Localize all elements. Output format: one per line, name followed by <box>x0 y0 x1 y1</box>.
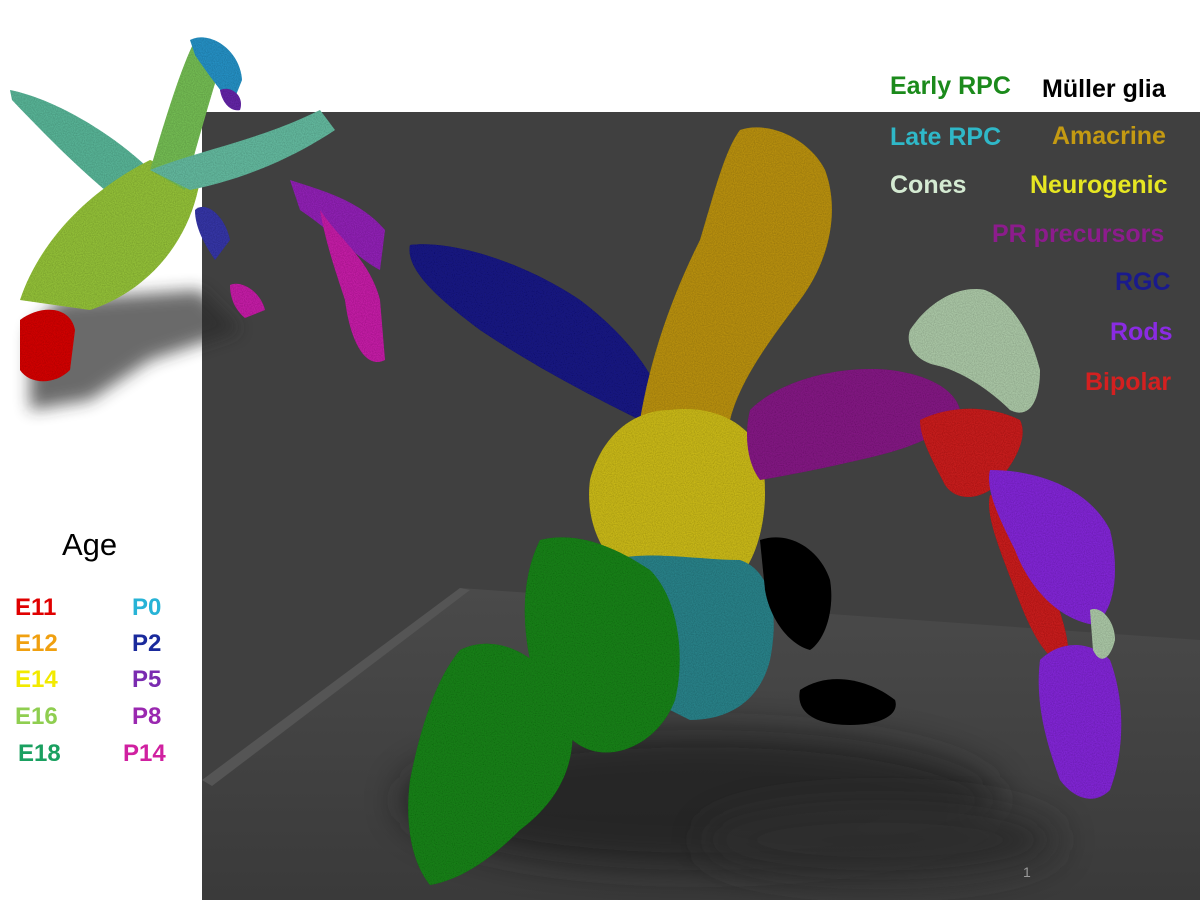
age-e12: E12 <box>15 630 58 657</box>
age-legend-title: Age <box>62 527 118 562</box>
legend-late-rpc: Late RPC <box>890 123 1002 151</box>
age-p5: P5 <box>132 666 162 693</box>
legend-bipolar: Bipolar <box>1085 368 1172 396</box>
legend-rgc: RGC <box>1115 268 1171 296</box>
age-p2: P2 <box>132 630 162 657</box>
age-p8: P8 <box>132 703 162 730</box>
legend-cones: Cones <box>890 171 967 199</box>
age-p0: P0 <box>132 594 162 621</box>
age-e14: E14 <box>15 666 58 693</box>
scene-illustration <box>10 37 1200 900</box>
age-e16: E16 <box>15 703 58 730</box>
age-e18: E18 <box>18 740 61 767</box>
legend-early-rpc: Early RPC <box>890 72 1011 100</box>
age-e11: E11 <box>15 594 57 621</box>
legend-pr-precursors: PR precursors <box>992 220 1165 248</box>
legend-amacrine: Amacrine <box>1052 122 1166 150</box>
legend-neurogenic: Neurogenic <box>1030 171 1168 199</box>
page-number: 1 <box>1023 864 1031 880</box>
age-p14: P14 <box>123 740 166 767</box>
legend-rods: Rods <box>1110 318 1173 346</box>
legend-muller-glia: Müller glia <box>1042 75 1166 103</box>
